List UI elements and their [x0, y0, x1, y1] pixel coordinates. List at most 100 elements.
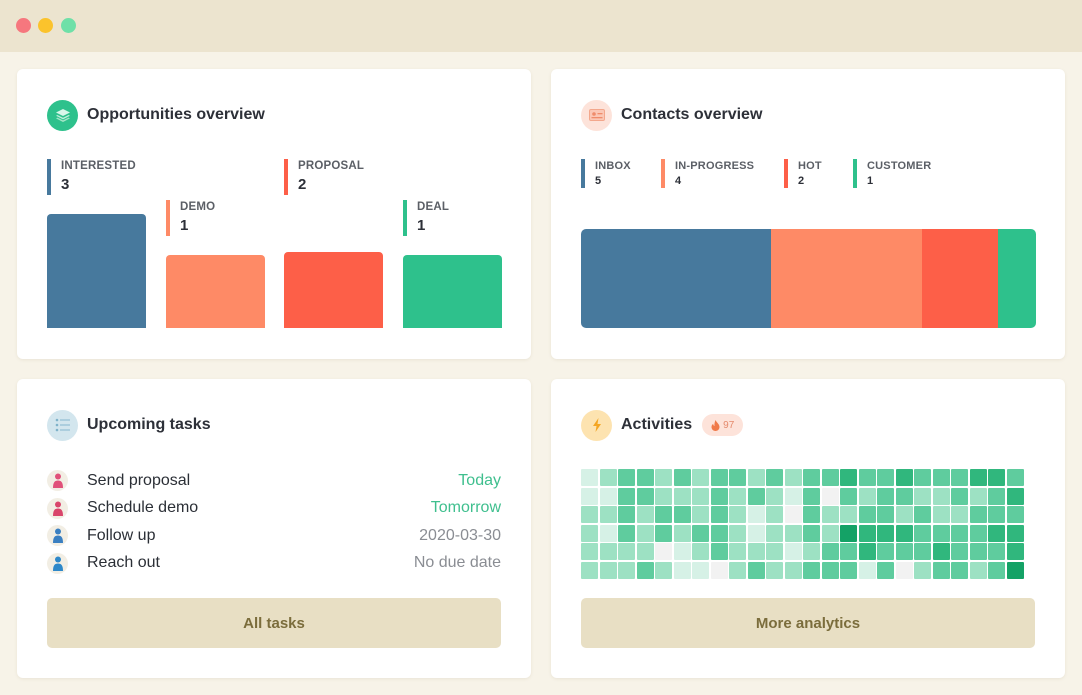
heatmap-cell[interactable]: [673, 469, 691, 486]
heatmap-cell[interactable]: [932, 506, 950, 523]
heatmap-cell[interactable]: [710, 469, 728, 486]
heatmap-cell[interactable]: [803, 524, 820, 542]
heatmap-cell[interactable]: [747, 487, 765, 505]
window-minimize-button[interactable]: [38, 18, 53, 33]
heatmap-cell[interactable]: [655, 543, 672, 560]
heatmap-cell[interactable]: [636, 524, 654, 542]
heatmap-cell[interactable]: [914, 561, 931, 579]
heatmap-cell[interactable]: [914, 469, 931, 486]
heatmap-cell[interactable]: [821, 487, 839, 505]
heatmap-cell[interactable]: [710, 506, 728, 523]
heatmap-cell[interactable]: [803, 561, 820, 579]
stage-bar-interested[interactable]: [47, 214, 146, 328]
window-close-button[interactable]: [16, 18, 31, 33]
heatmap-cell[interactable]: [858, 561, 876, 579]
heatmap-cell[interactable]: [692, 469, 709, 486]
heatmap-cell[interactable]: [895, 561, 913, 579]
heatmap-cell[interactable]: [895, 506, 913, 523]
task-row[interactable]: Schedule demo Tomorrow: [47, 495, 501, 523]
heatmap-cell[interactable]: [988, 524, 1005, 542]
heatmap-cell[interactable]: [932, 561, 950, 579]
heatmap-cell[interactable]: [877, 543, 894, 560]
heatmap-cell[interactable]: [969, 543, 987, 560]
heatmap-cell[interactable]: [895, 524, 913, 542]
heatmap-cell[interactable]: [1006, 524, 1024, 542]
heatmap-cell[interactable]: [821, 524, 839, 542]
heatmap-cell[interactable]: [673, 561, 691, 579]
heatmap-cell[interactable]: [895, 469, 913, 486]
heatmap-cell[interactable]: [821, 543, 839, 560]
heatmap-cell[interactable]: [692, 487, 709, 505]
stage-bar-demo[interactable]: [166, 255, 265, 328]
heatmap-cell[interactable]: [969, 561, 987, 579]
heatmap-cell[interactable]: [821, 469, 839, 486]
heatmap-cell[interactable]: [895, 487, 913, 505]
all-tasks-button[interactable]: All tasks: [47, 598, 501, 648]
heatmap-cell[interactable]: [729, 524, 746, 542]
heatmap-cell[interactable]: [618, 469, 635, 486]
heatmap-cell[interactable]: [951, 487, 968, 505]
heatmap-cell[interactable]: [673, 506, 691, 523]
heatmap-cell[interactable]: [988, 543, 1005, 560]
heatmap-cell[interactable]: [692, 524, 709, 542]
heatmap-cell[interactable]: [914, 506, 931, 523]
heatmap-cell[interactable]: [710, 543, 728, 560]
heatmap-cell[interactable]: [840, 487, 857, 505]
heatmap-cell[interactable]: [877, 469, 894, 486]
heatmap-cell[interactable]: [710, 561, 728, 579]
heatmap-cell[interactable]: [692, 561, 709, 579]
heatmap-cell[interactable]: [599, 561, 617, 579]
heatmap-cell[interactable]: [1006, 469, 1024, 486]
heatmap-cell[interactable]: [655, 469, 672, 486]
heatmap-cell[interactable]: [969, 524, 987, 542]
heatmap-cell[interactable]: [729, 561, 746, 579]
heatmap-cell[interactable]: [914, 524, 931, 542]
heatmap-cell[interactable]: [877, 561, 894, 579]
heatmap-cell[interactable]: [840, 561, 857, 579]
heatmap-cell[interactable]: [895, 543, 913, 560]
task-row[interactable]: Send proposal Today: [47, 467, 501, 495]
heatmap-cell[interactable]: [673, 543, 691, 560]
heatmap-cell[interactable]: [692, 543, 709, 560]
heatmap-cell[interactable]: [673, 487, 691, 505]
heatmap-cell[interactable]: [858, 524, 876, 542]
heatmap-cell[interactable]: [766, 487, 783, 505]
heatmap-cell[interactable]: [618, 524, 635, 542]
heatmap-cell[interactable]: [988, 469, 1005, 486]
heatmap-cell[interactable]: [969, 506, 987, 523]
heatmap-cell[interactable]: [692, 506, 709, 523]
heatmap-cell[interactable]: [599, 506, 617, 523]
heatmap-cell[interactable]: [877, 524, 894, 542]
heatmap-cell[interactable]: [988, 561, 1005, 579]
heatmap-cell[interactable]: [858, 487, 876, 505]
heatmap-cell[interactable]: [784, 561, 802, 579]
heatmap-cell[interactable]: [729, 543, 746, 560]
heatmap-cell[interactable]: [618, 543, 635, 560]
heatmap-cell[interactable]: [932, 543, 950, 560]
heatmap-cell[interactable]: [1006, 561, 1024, 579]
task-row[interactable]: Follow up 2020-03-30: [47, 522, 501, 550]
heatmap-cell[interactable]: [747, 561, 765, 579]
contacts-segment-in-progress[interactable]: [770, 229, 923, 328]
heatmap-cell[interactable]: [581, 543, 598, 560]
heatmap-cell[interactable]: [840, 469, 857, 486]
heatmap-cell[interactable]: [618, 487, 635, 505]
heatmap-cell[interactable]: [840, 506, 857, 523]
heatmap-cell[interactable]: [932, 469, 950, 486]
window-maximize-button[interactable]: [61, 18, 76, 33]
heatmap-cell[interactable]: [599, 524, 617, 542]
heatmap-cell[interactable]: [747, 524, 765, 542]
heatmap-cell[interactable]: [766, 506, 783, 523]
heatmap-cell[interactable]: [673, 524, 691, 542]
heatmap-cell[interactable]: [747, 469, 765, 486]
heatmap-cell[interactable]: [784, 506, 802, 523]
heatmap-cell[interactable]: [951, 506, 968, 523]
heatmap-cell[interactable]: [803, 469, 820, 486]
heatmap-cell[interactable]: [747, 506, 765, 523]
heatmap-cell[interactable]: [636, 469, 654, 486]
heatmap-cell[interactable]: [581, 487, 598, 505]
heatmap-cell[interactable]: [618, 506, 635, 523]
heatmap-cell[interactable]: [988, 506, 1005, 523]
contacts-segment-hot[interactable]: [922, 229, 999, 328]
heatmap-cell[interactable]: [581, 524, 598, 542]
